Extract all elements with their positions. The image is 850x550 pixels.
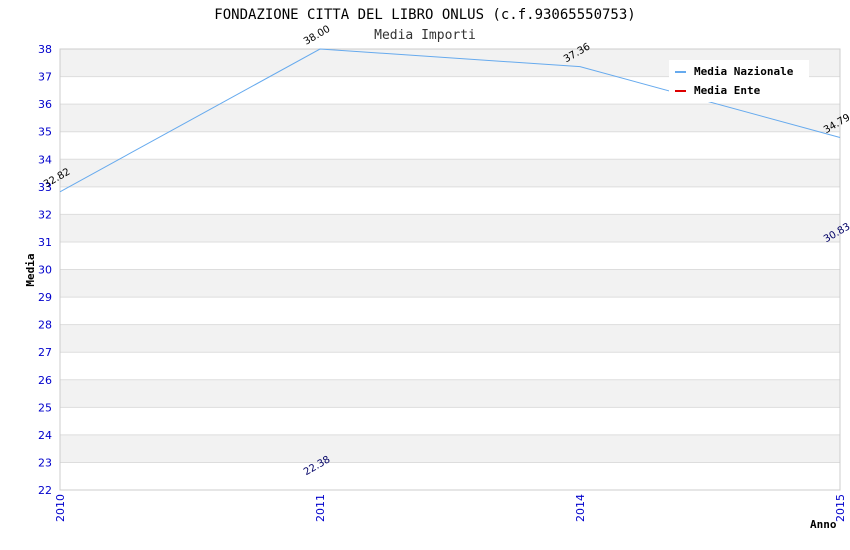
y-tick-label: 27 bbox=[38, 346, 52, 359]
y-tick-label: 37 bbox=[38, 71, 52, 84]
plot-band bbox=[60, 269, 840, 298]
chart: FONDAZIONE CITTA DEL LIBRO ONLUS (c.f.93… bbox=[24, 7, 850, 531]
plot-band bbox=[60, 297, 840, 325]
y-axis-ticks: 2223242526272829303132333435363738 bbox=[38, 43, 52, 497]
y-tick-label: 23 bbox=[38, 456, 52, 469]
data-label: 38.00 bbox=[302, 24, 332, 48]
plot-band bbox=[60, 407, 840, 435]
x-tick-label: 2011 bbox=[314, 494, 327, 522]
plot-band bbox=[60, 159, 840, 187]
plot-band bbox=[60, 352, 840, 380]
legend-label: Media Ente bbox=[694, 84, 761, 97]
y-tick-label: 25 bbox=[38, 401, 52, 414]
y-tick-label: 32 bbox=[38, 208, 52, 221]
chart-title: FONDAZIONE CITTA DEL LIBRO ONLUS (c.f.93… bbox=[214, 7, 635, 23]
y-tick-label: 34 bbox=[38, 153, 52, 166]
y-tick-label: 31 bbox=[38, 236, 52, 249]
plot-band bbox=[60, 379, 840, 408]
y-tick-label: 35 bbox=[38, 126, 52, 139]
plot-band bbox=[60, 324, 840, 353]
plot-band bbox=[60, 131, 840, 160]
y-tick-label: 30 bbox=[38, 264, 52, 277]
y-tick-label: 36 bbox=[38, 98, 52, 111]
y-tick-label: 22 bbox=[38, 484, 52, 497]
plot-band bbox=[60, 214, 840, 242]
plot-band bbox=[60, 434, 840, 463]
x-axis-label: Anno bbox=[810, 518, 837, 531]
chart-subtitle: Media Importi bbox=[374, 28, 476, 43]
plot-band bbox=[60, 186, 840, 215]
y-tick-label: 28 bbox=[38, 319, 52, 332]
y-tick-label: 29 bbox=[38, 291, 52, 304]
x-tick-label: 2014 bbox=[574, 494, 587, 522]
y-tick-label: 26 bbox=[38, 374, 52, 387]
x-tick-label: 2010 bbox=[54, 494, 67, 522]
x-axis-ticks: 2010 2011 2014 2015 bbox=[54, 494, 847, 522]
plot-band bbox=[60, 241, 840, 270]
legend-label: Media Nazionale bbox=[694, 65, 794, 78]
legend: Media Nazionale Media Ente bbox=[669, 60, 809, 102]
y-axis-label: Media bbox=[24, 253, 37, 286]
y-tick-label: 38 bbox=[38, 43, 52, 56]
y-tick-label: 24 bbox=[38, 429, 52, 442]
plot-band bbox=[60, 462, 840, 490]
